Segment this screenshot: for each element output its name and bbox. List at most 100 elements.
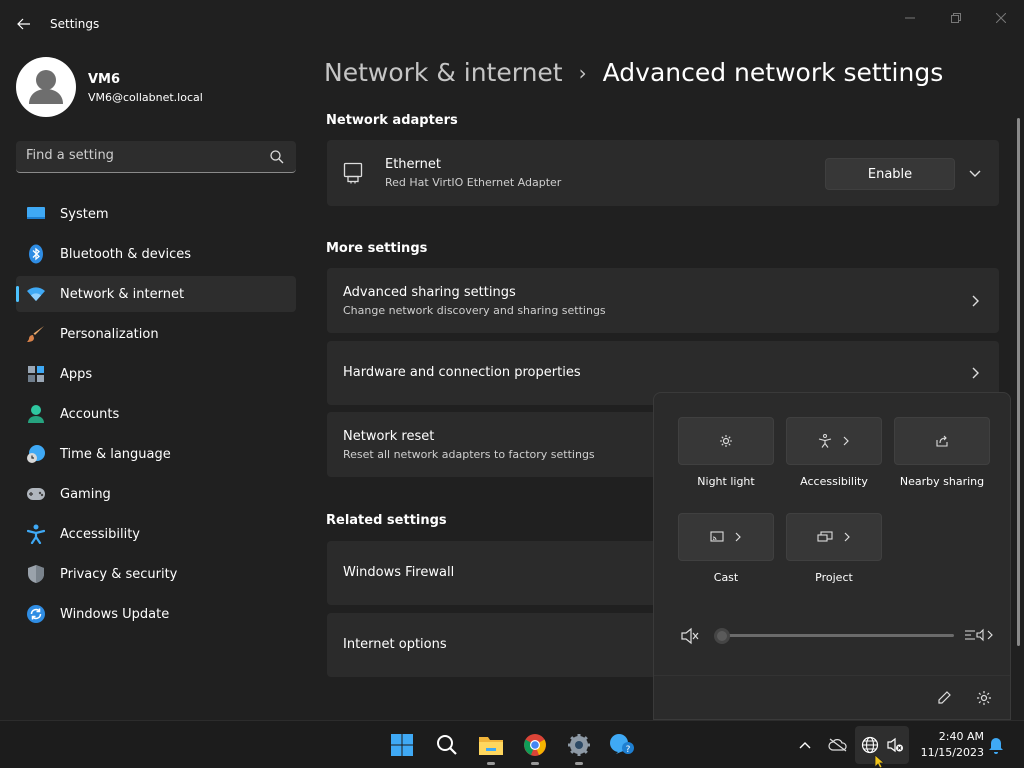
card-subtitle: Change network discovery and sharing set… xyxy=(343,304,606,317)
sidebar-item-time-language[interactable]: Time & language xyxy=(16,436,296,472)
accessibility-tile[interactable] xyxy=(786,417,882,465)
clock-time[interactable]: 2:40 AM xyxy=(918,730,984,743)
chrome-icon xyxy=(524,734,546,756)
breadcrumb-parent[interactable]: Network & internet xyxy=(324,58,563,87)
volume-slider-track[interactable] xyxy=(722,634,954,637)
sidebar-item-accessibility[interactable]: Accessibility xyxy=(16,516,296,552)
show-hidden-icons-button[interactable] xyxy=(795,735,815,755)
title-bar: Settings xyxy=(0,0,1024,48)
search-icon[interactable] xyxy=(270,150,284,164)
close-icon xyxy=(996,13,1006,23)
edit-icon[interactable] xyxy=(936,690,952,706)
avatar[interactable] xyxy=(16,57,76,117)
chevron-down-icon[interactable] xyxy=(969,167,981,179)
accessibility-icon xyxy=(818,434,832,448)
taskbar-get-help[interactable]: ? xyxy=(606,729,638,761)
sidebar-item-bluetooth[interactable]: Bluetooth & devices xyxy=(16,236,296,272)
sidebar-item-windows-update[interactable]: Windows Update xyxy=(16,596,296,632)
ethernet-title: Ethernet xyxy=(385,157,441,172)
taskbar-settings[interactable] xyxy=(563,729,595,765)
sidebar-item-label: Bluetooth & devices xyxy=(60,246,191,262)
search-icon xyxy=(437,735,457,755)
sidebar-item-label: Time & language xyxy=(60,446,171,462)
sidebar-nav: System Bluetooth & devices Network & int… xyxy=(16,196,296,636)
shield-icon xyxy=(26,564,46,584)
wifi-icon xyxy=(26,284,46,304)
audio-output-button[interactable] xyxy=(964,625,994,645)
bluetooth-icon xyxy=(26,244,46,264)
card-subtitle: Reset all network adapters to factory se… xyxy=(343,448,595,461)
advanced-sharing-settings-card[interactable]: Advanced sharing settings Change network… xyxy=(327,268,999,333)
breadcrumb-separator: › xyxy=(578,60,587,85)
onedrive-tray-button[interactable] xyxy=(828,735,848,755)
running-indicator xyxy=(487,762,495,765)
tile-label: Cast xyxy=(713,571,739,584)
ethernet-subtitle: Red Hat VirtIO Ethernet Adapter xyxy=(385,176,562,189)
card-title: Internet options xyxy=(343,637,447,652)
taskbar-chrome[interactable] xyxy=(519,729,551,765)
gear-icon[interactable] xyxy=(976,690,992,706)
chevron-right-icon xyxy=(843,436,849,446)
sidebar-item-accounts[interactable]: Accounts xyxy=(16,396,296,432)
sidebar-item-personalization[interactable]: Personalization xyxy=(16,316,296,352)
card-title: Advanced sharing settings xyxy=(343,285,516,300)
mouse-cursor-icon xyxy=(874,755,886,768)
notification-center-button[interactable] xyxy=(986,735,1006,755)
update-icon xyxy=(26,604,46,624)
running-indicator xyxy=(575,762,583,765)
taskbar-file-explorer[interactable] xyxy=(475,729,507,765)
chevron-right-icon xyxy=(972,367,979,379)
nearby-sharing-tile[interactable] xyxy=(894,417,990,465)
close-button[interactable] xyxy=(987,8,1015,28)
chevron-up-icon xyxy=(799,742,811,749)
sidebar-item-network[interactable]: Network & internet xyxy=(16,276,296,312)
gamepad-icon xyxy=(26,484,46,504)
night-light-tile[interactable] xyxy=(678,417,774,465)
search-input[interactable] xyxy=(26,148,256,163)
sidebar-item-system[interactable]: System xyxy=(16,196,296,232)
file-explorer-icon xyxy=(479,737,503,755)
sidebar-item-label: Gaming xyxy=(60,486,111,502)
volume-slider-thumb[interactable] xyxy=(714,628,730,644)
monitor-icon xyxy=(26,204,46,224)
tile-label: Accessibility xyxy=(800,475,868,488)
back-button[interactable] xyxy=(10,10,38,38)
enable-button[interactable]: Enable xyxy=(825,158,955,190)
sidebar-item-label: Personalization xyxy=(60,326,159,342)
tile-label: Night light xyxy=(697,475,755,488)
sidebar-item-label: Accounts xyxy=(60,406,120,422)
app-title: Settings xyxy=(50,17,100,31)
volume-muted-icon[interactable] xyxy=(680,627,700,645)
project-icon xyxy=(817,531,833,542)
restore-icon xyxy=(951,13,961,23)
page-title: Advanced network settings xyxy=(602,58,944,87)
cast-tile[interactable] xyxy=(678,513,774,561)
person-icon xyxy=(26,404,46,424)
sidebar-item-gaming[interactable]: Gaming xyxy=(16,476,296,512)
sidebar-item-privacy[interactable]: Privacy & security xyxy=(16,556,296,592)
search-box[interactable] xyxy=(16,141,296,173)
sidebar-item-label: System xyxy=(60,206,109,222)
arrow-left-icon xyxy=(17,18,30,30)
flyout-footer xyxy=(654,675,1010,719)
maximize-button[interactable] xyxy=(942,8,970,28)
project-tile[interactable] xyxy=(786,513,882,561)
taskbar: ? 2:40 AM 11/15/2023 xyxy=(0,720,1024,768)
start-icon xyxy=(391,734,413,756)
network-globe-icon xyxy=(861,736,879,754)
quick-settings-flyout: Night light Accessibility Nearby sharing… xyxy=(653,392,1011,720)
card-title: Hardware and connection properties xyxy=(343,365,581,380)
apps-icon xyxy=(26,364,46,384)
minimize-button[interactable] xyxy=(896,8,924,28)
volume-muted-icon xyxy=(887,737,903,753)
start-button[interactable] xyxy=(386,729,418,761)
ethernet-adapter-card[interactable]: Ethernet Red Hat VirtIO Ethernet Adapter… xyxy=(327,140,999,206)
bell-icon xyxy=(989,738,1003,754)
chevron-right-icon xyxy=(972,295,979,307)
clock-date[interactable]: 11/15/2023 xyxy=(912,746,984,759)
taskbar-search-button[interactable] xyxy=(431,729,463,761)
minimize-icon xyxy=(905,17,915,19)
scrollbar[interactable] xyxy=(1017,118,1020,646)
sidebar-item-apps[interactable]: Apps xyxy=(16,356,296,392)
sidebar-item-label: Network & internet xyxy=(60,286,185,302)
